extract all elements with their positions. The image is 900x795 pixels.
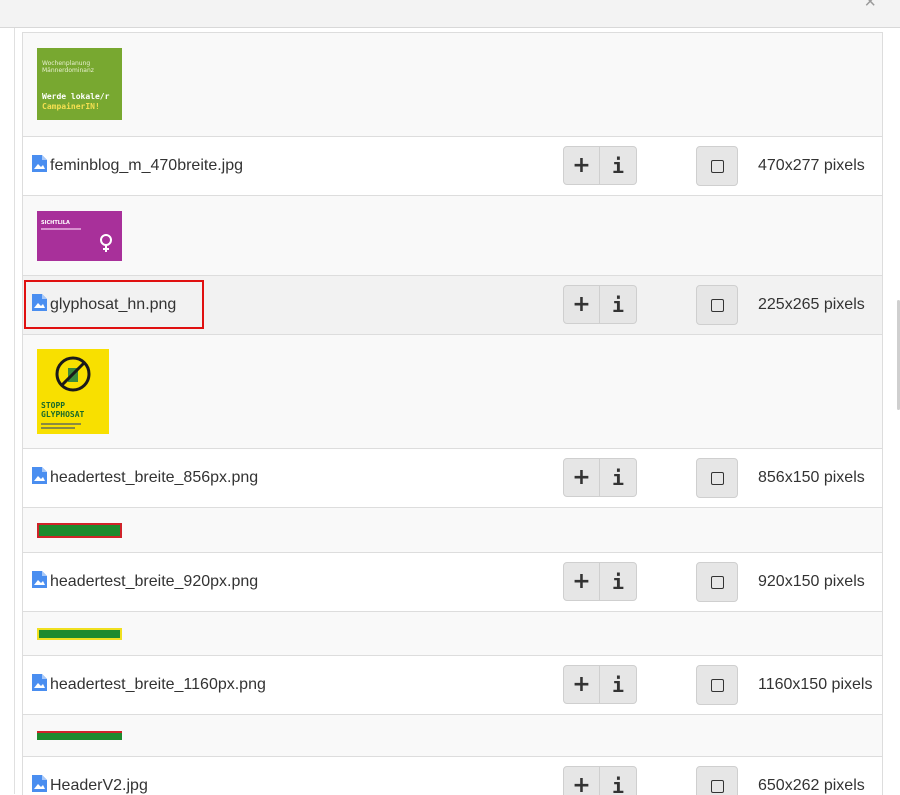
- file-name-label: headertest_breite_1160px.png: [50, 676, 266, 693]
- file-name[interactable]: feminblog_m_470breite.jpg: [32, 137, 243, 195]
- image-dimensions: 470x277 pixels: [758, 157, 865, 174]
- thumb-text: SICHTLILA: [41, 220, 70, 226]
- glyphosat-thumbnail[interactable]: STOPP GLYPHOSAT: [37, 349, 109, 434]
- thumbnail-row: [23, 612, 882, 656]
- select-checkbox[interactable]: [696, 766, 738, 795]
- info-button[interactable]: i: [600, 146, 637, 185]
- select-checkbox[interactable]: [696, 665, 738, 705]
- header-920-thumbnail[interactable]: [37, 628, 122, 640]
- thumb-text: Wochenplanung: [42, 60, 91, 67]
- venus-icon: [100, 234, 112, 252]
- file-row[interactable]: headertest_breite_1160px.png + i 1160x15…: [23, 656, 882, 715]
- image-dimensions: 920x150 pixels: [758, 573, 865, 590]
- checkbox-square-icon: [710, 159, 724, 173]
- insert-button[interactable]: +: [563, 562, 600, 601]
- file-row[interactable]: glyphosat_hn.png + i 225x265 pixels: [23, 276, 882, 335]
- thumb-text: CampainerIN!: [42, 102, 100, 111]
- checkbox-square-icon: [710, 471, 724, 485]
- file-name-label: glyphosat_hn.png: [50, 296, 177, 313]
- action-button-group: + i: [563, 562, 637, 602]
- file-row[interactable]: headertest_breite_920px.png + i 920x150 …: [23, 553, 882, 612]
- file-name[interactable]: HeaderV2.jpg: [32, 757, 148, 795]
- insert-button[interactable]: +: [563, 146, 600, 185]
- file-name[interactable]: glyphosat_hn.png: [32, 276, 176, 334]
- file-name-label: HeaderV2.jpg: [50, 777, 148, 794]
- checkbox-square-icon: [710, 779, 724, 793]
- close-icon[interactable]: ×: [864, 0, 876, 12]
- thumbnail-row: SICHTLILA: [23, 196, 882, 276]
- thumbnail-row: STOPP GLYPHOSAT: [23, 335, 882, 449]
- action-button-group: + i: [563, 146, 637, 186]
- header-1160-thumbnail[interactable]: [37, 731, 122, 740]
- file-name-label: headertest_breite_920px.png: [50, 573, 259, 590]
- image-file-icon: [32, 555, 47, 588]
- thumb-text: Männerdominanz: [42, 67, 94, 74]
- file-name-label: feminblog_m_470breite.jpg: [50, 157, 244, 174]
- thumb-decoration: [41, 228, 81, 230]
- select-checkbox[interactable]: [696, 562, 738, 602]
- file-list: Wochenplanung Männerdominanz Werde lokal…: [22, 32, 883, 795]
- prohibition-icon: [55, 356, 91, 392]
- image-dimensions: 1160x150 pixels: [758, 676, 873, 693]
- dialog-header: ×: [0, 0, 900, 28]
- info-button[interactable]: i: [600, 285, 637, 324]
- file-name[interactable]: headertest_breite_856px.png: [32, 449, 258, 507]
- checkbox-square-icon: [710, 678, 724, 692]
- campaigner-thumbnail[interactable]: Wochenplanung Männerdominanz Werde lokal…: [37, 48, 122, 120]
- action-button-group: + i: [563, 766, 637, 795]
- info-button[interactable]: i: [600, 458, 637, 497]
- select-checkbox[interactable]: [696, 146, 738, 186]
- action-button-group: + i: [563, 458, 637, 498]
- image-file-icon: [32, 139, 47, 172]
- thumb-text: GLYPHOSAT: [41, 410, 85, 419]
- info-button[interactable]: i: [600, 766, 637, 795]
- file-name[interactable]: headertest_breite_920px.png: [32, 553, 258, 611]
- action-button-group: + i: [563, 285, 637, 325]
- sichtlila-thumbnail[interactable]: SICHTLILA: [37, 211, 122, 261]
- insert-button[interactable]: +: [563, 665, 600, 704]
- insert-button[interactable]: +: [563, 458, 600, 497]
- image-file-icon: [32, 759, 47, 792]
- header-856-thumbnail[interactable]: [37, 523, 122, 538]
- thumb-text: STOPP: [41, 401, 66, 410]
- info-button[interactable]: i: [600, 665, 637, 704]
- image-file-icon: [32, 278, 47, 311]
- thumb-decoration: [41, 423, 81, 425]
- checkbox-square-icon: [710, 575, 724, 589]
- insert-button[interactable]: +: [563, 285, 600, 324]
- image-dimensions: 225x265 pixels: [758, 296, 865, 313]
- thumb-decoration: [41, 427, 75, 429]
- thumbnail-row: [23, 508, 882, 553]
- action-button-group: + i: [563, 665, 637, 705]
- thumbnail-row: [23, 715, 882, 757]
- checkbox-square-icon: [710, 298, 724, 312]
- image-file-icon: [32, 451, 47, 484]
- file-row[interactable]: feminblog_m_470breite.jpg + i 470x277 pi…: [23, 137, 882, 196]
- file-name[interactable]: headertest_breite_1160px.png: [32, 656, 266, 714]
- file-name-label: headertest_breite_856px.png: [50, 469, 259, 486]
- image-dimensions: 650x262 pixels: [758, 777, 865, 794]
- image-file-icon: [32, 658, 47, 691]
- image-dimensions: 856x150 pixels: [758, 469, 865, 486]
- select-checkbox[interactable]: [696, 285, 738, 325]
- thumb-text: Werde lokale/r: [42, 92, 110, 101]
- insert-button[interactable]: +: [563, 766, 600, 795]
- select-checkbox[interactable]: [696, 458, 738, 498]
- thumbnail-row: Wochenplanung Männerdominanz Werde lokal…: [23, 33, 882, 137]
- info-button[interactable]: i: [600, 562, 637, 601]
- panel-border: [14, 28, 15, 794]
- file-row[interactable]: HeaderV2.jpg + i 650x262 pixels: [23, 757, 882, 795]
- file-row[interactable]: headertest_breite_856px.png + i 856x150 …: [23, 449, 882, 508]
